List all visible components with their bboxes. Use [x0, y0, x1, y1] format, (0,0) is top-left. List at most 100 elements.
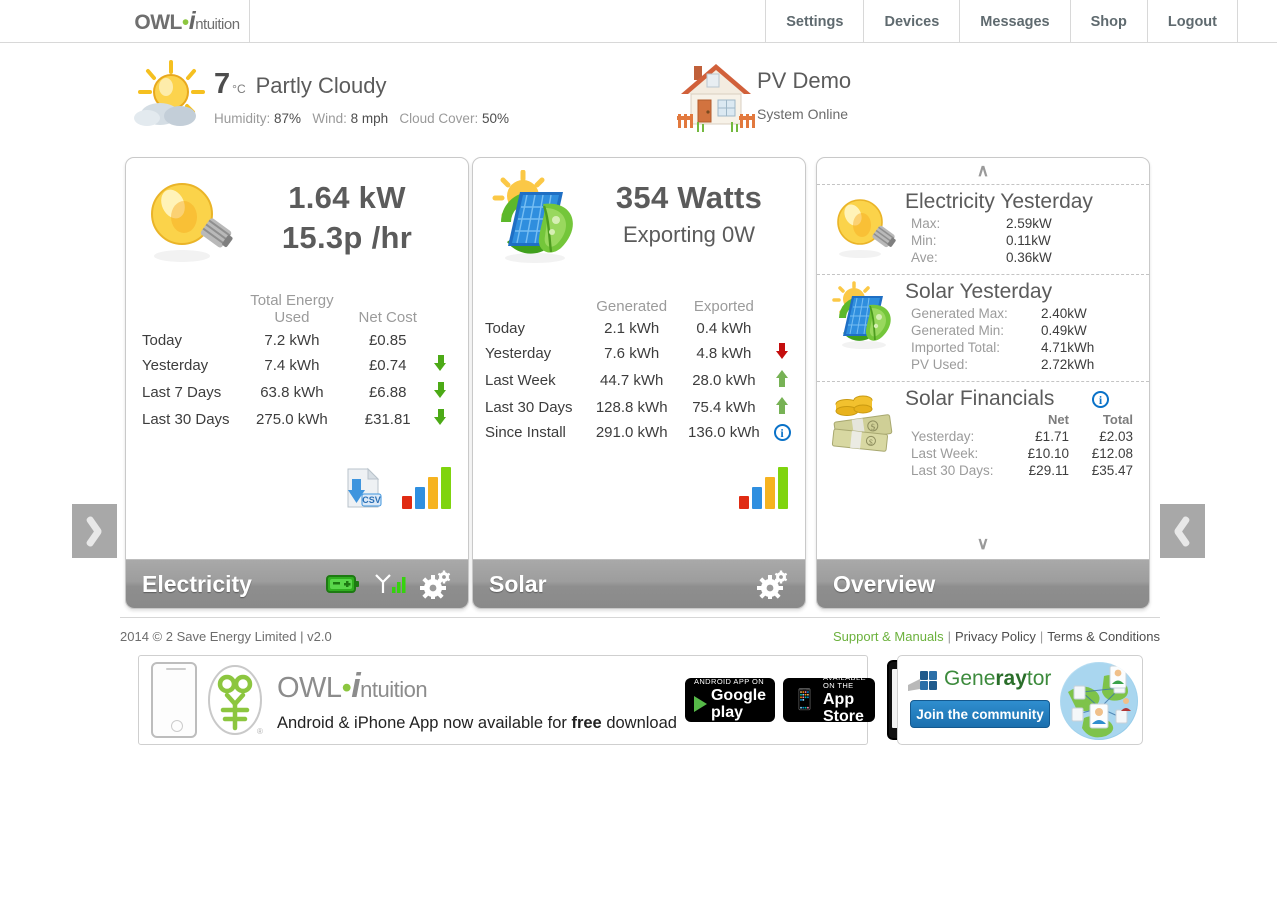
nav-item-settings[interactable]: Settings [765, 0, 863, 43]
overview-scroll-up-button[interactable]: ∧ [817, 158, 1149, 184]
site-widget: PV Demo System Online [675, 58, 851, 136]
overview-financials-heading: Solar Financials i [905, 388, 1139, 410]
nav-item-messages[interactable]: Messages [959, 0, 1069, 43]
generaytor-brand-post: tor [1027, 667, 1052, 690]
fin-last30-label: Last 30 Days: [905, 462, 1015, 479]
table-header-row: Net Total [905, 412, 1139, 428]
col-net: Net [1015, 412, 1075, 428]
electricity-power-value: 1.64 kW [240, 178, 454, 218]
overview-generated-min-value: 0.49kW [1035, 322, 1139, 339]
solar-hero: 354 Watts Exporting 0W [473, 158, 805, 266]
banner-tagline: Android & iPhone App now available for f… [277, 714, 677, 733]
solar-panel-body: 354 Watts Exporting 0W Generated Exporte… [473, 158, 805, 561]
solar-cells-icon [908, 669, 938, 693]
gear-icon[interactable] [757, 569, 789, 599]
electricity-footer-icons [326, 569, 452, 599]
google-play-big-text: Google play [711, 687, 766, 722]
footer-link-terms-conditions[interactable]: Terms & Conditions [1047, 629, 1160, 644]
overview-generated-max-value: 2.40kW [1035, 305, 1139, 322]
generaytor-brand-bold: ray [995, 667, 1027, 690]
yesterday-energy: 7.4 kWh [236, 352, 348, 379]
solar-power-value: 354 Watts [587, 178, 791, 218]
col-blank [905, 412, 1015, 428]
bar-3 [765, 477, 775, 509]
app-store-big-text: App Store [823, 691, 866, 726]
solar-panel: 354 Watts Exporting 0W Generated Exporte… [472, 157, 806, 609]
nav-item-devices[interactable]: Devices [863, 0, 959, 43]
today-exported: 0.4 kWh [679, 317, 769, 340]
table-row: Yesterday: £1.71 £2.03 [905, 428, 1139, 445]
play-triangle-icon [694, 696, 707, 712]
table-row: Today 2.1 kWh 0.4 kWh [481, 317, 795, 340]
signal-strength-icon[interactable] [374, 572, 406, 596]
footer-separator: | [1040, 629, 1043, 644]
google-play-badge[interactable]: Android app on Google play [685, 678, 775, 722]
info-icon[interactable]: i [774, 424, 791, 441]
bar-graph-icon[interactable] [402, 467, 452, 509]
electricity-panel: 1.64 kW 15.3p /hr Total Energy Used Net … [125, 157, 469, 609]
bar-4 [778, 467, 788, 509]
banner-brand-ntuition: ntuition [360, 677, 427, 702]
banner-text-block: OWL•intuition Android & iPhone App now a… [271, 667, 677, 733]
bar-1 [739, 496, 749, 509]
row-label-last-30-days: Last 30 Days [138, 406, 236, 433]
electricity-mini-icons: CSV [344, 467, 452, 509]
solar-panel-footer: Solar [473, 559, 805, 608]
app-store-badge[interactable]: 📱 Available on the App Store [783, 678, 875, 722]
yesterday-generated: 7.6 kWh [585, 340, 679, 367]
wind-value: 8 mph [351, 111, 389, 126]
last30-trend [769, 394, 795, 421]
info-strip: 7 °C Partly Cloudy Humidity: 87% Wind: 8… [0, 43, 1277, 153]
table-row: Min: 0.11kW [905, 232, 1139, 249]
overview-scroll-down-button[interactable]: ∨ [817, 531, 1149, 557]
logo-owl-text: OWL [134, 11, 181, 34]
overview-electricity-table: Max: 2.59kW Min: 0.11kW Ave: 0.36kW [905, 215, 1139, 266]
overview-solar-table: Generated Max: 2.40kW Generated Min: 0.4… [905, 305, 1139, 373]
app-store-small-text: Available on the [823, 674, 866, 691]
carousel-next-button[interactable] [1160, 504, 1205, 558]
site-status: System Online [757, 106, 851, 122]
sinceinstall-info[interactable]: i [769, 421, 795, 444]
generaytor-banner[interactable]: Generaytor Join the community [897, 655, 1143, 745]
footer-link-privacy-policy[interactable]: Privacy Policy [955, 629, 1036, 644]
gear-icon[interactable] [420, 569, 452, 599]
today-cost: £0.85 [348, 329, 428, 352]
overview-panel-title: Overview [833, 571, 935, 598]
owl-app-banner[interactable]: ® OWL•intuition Android & iPhone App now… [138, 655, 868, 745]
last30-exported: 75.4 kWh [679, 394, 769, 421]
col-blank [481, 296, 585, 317]
table-row: Yesterday 7.4 kWh £0.74 [138, 352, 454, 379]
svg-text:CSV: CSV [362, 495, 381, 505]
humidity-value: 87% [274, 111, 301, 126]
col-total-energy-used: Total Energy Used [236, 290, 348, 329]
overview-imported-total-label: Imported Total: [905, 339, 1035, 356]
weather-text: 7 °C Partly Cloudy Humidity: 87% Wind: 8… [214, 60, 509, 134]
csv-download-icon[interactable]: CSV [344, 467, 384, 509]
google-play-small-text: Android app on [694, 678, 766, 686]
footer-link-support-manuals[interactable]: Support & Manuals [833, 629, 944, 644]
bar-graph-icon[interactable] [739, 467, 789, 509]
row-label-yesterday: Yesterday [481, 340, 585, 367]
overview-ave-label: Ave: [905, 249, 1000, 266]
app-store-lines: Available on the App Store [823, 674, 866, 726]
yesterday-cost: £0.74 [348, 352, 428, 379]
solar-table-wrap: Generated Exported Today 2.1 kWh 0.4 kWh [473, 266, 805, 444]
arrow-down-green-icon [434, 409, 447, 426]
lastweek-generated: 44.7 kWh [585, 367, 679, 394]
table-row: PV Used: 2.72kWh [905, 356, 1139, 373]
owl-intuition-logo[interactable]: OWL•intuition [125, 0, 250, 43]
electricity-cost-rate: 15.3p /hr [240, 218, 454, 258]
battery-icon[interactable] [326, 574, 360, 594]
house-icon [675, 58, 757, 136]
electricity-table: Total Energy Used Net Cost Today 7.2 kWh… [138, 290, 454, 433]
nav-item-shop[interactable]: Shop [1070, 0, 1147, 43]
page-footer: 2014 © 2 Save Energy Limited | v2.0 Supp… [120, 617, 1160, 655]
weather-temperature: 7 [214, 68, 230, 101]
globe-network-icon [1060, 662, 1138, 740]
nav-item-logout[interactable]: Logout [1147, 0, 1237, 43]
info-icon[interactable]: i [1092, 391, 1109, 408]
carousel-prev-button[interactable] [72, 504, 117, 558]
join-community-button[interactable]: Join the community [910, 700, 1050, 728]
chevron-right-icon [1174, 516, 1191, 546]
top-navigation-bar: OWL•intuition Settings Devices Messages … [0, 0, 1277, 43]
